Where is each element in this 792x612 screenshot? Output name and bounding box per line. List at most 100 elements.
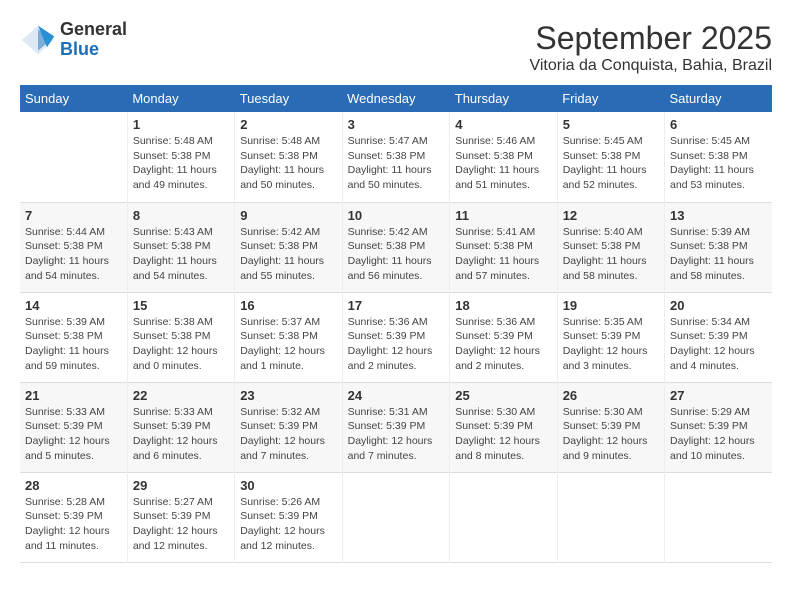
day-number: 20 (670, 298, 767, 313)
day-info: Sunrise: 5:37 AM Sunset: 5:38 PM Dayligh… (240, 315, 336, 374)
day-number: 1 (133, 117, 229, 132)
calendar-cell: 12 Sunrise: 5:40 AM Sunset: 5:38 PM Dayli… (557, 202, 664, 292)
day-info: Sunrise: 5:48 AM Sunset: 5:38 PM Dayligh… (240, 134, 336, 193)
day-number: 25 (455, 388, 551, 403)
day-info: Sunrise: 5:39 AM Sunset: 5:38 PM Dayligh… (670, 225, 767, 284)
calendar-cell: 16 Sunrise: 5:37 AM Sunset: 5:38 PM Dayli… (235, 292, 342, 382)
calendar-cell: 9 Sunrise: 5:42 AM Sunset: 5:38 PM Daylig… (235, 202, 342, 292)
day-number: 7 (25, 208, 122, 223)
calendar-week-row: 28 Sunrise: 5:28 AM Sunset: 5:39 PM Dayli… (20, 472, 772, 562)
calendar-cell: 19Sunrise: 5:35 AM Sunset: 5:39 PM Dayli… (557, 292, 664, 382)
day-info: Sunrise: 5:36 AM Sunset: 5:39 PM Dayligh… (455, 315, 551, 374)
calendar-header-row: SundayMondayTuesdayWednesdayThursdayFrid… (20, 85, 772, 112)
day-info: Sunrise: 5:33 AM Sunset: 5:39 PM Dayligh… (25, 405, 122, 464)
calendar-cell (20, 112, 127, 202)
day-info: Sunrise: 5:32 AM Sunset: 5:39 PM Dayligh… (240, 405, 336, 464)
calendar-cell: 17 Sunrise: 5:36 AM Sunset: 5:39 PM Dayli… (342, 292, 450, 382)
calendar-cell (557, 472, 664, 562)
calendar-week-row: 14 Sunrise: 5:39 AM Sunset: 5:38 PM Dayli… (20, 292, 772, 382)
day-info: Sunrise: 5:48 AM Sunset: 5:38 PM Dayligh… (133, 134, 229, 193)
calendar-cell: 20 Sunrise: 5:34 AM Sunset: 5:39 PM Dayli… (665, 292, 772, 382)
weekday-header: Friday (557, 85, 664, 112)
weekday-header: Tuesday (235, 85, 342, 112)
day-number: 12 (563, 208, 659, 223)
day-info: Sunrise: 5:43 AM Sunset: 5:38 PM Dayligh… (133, 225, 229, 284)
calendar-cell: 6 Sunrise: 5:45 AM Sunset: 5:38 PM Daylig… (665, 112, 772, 202)
day-number: 24 (348, 388, 445, 403)
logo-general: General (60, 20, 127, 40)
calendar-cell: 15 Sunrise: 5:38 AM Sunset: 5:38 PM Dayli… (127, 292, 234, 382)
day-number: 23 (240, 388, 336, 403)
day-number: 15 (133, 298, 229, 313)
day-info: Sunrise: 5:42 AM Sunset: 5:38 PM Dayligh… (348, 225, 445, 284)
calendar-cell: 29Sunrise: 5:27 AM Sunset: 5:39 PM Dayli… (127, 472, 234, 562)
day-number: 6 (670, 117, 767, 132)
day-info: Sunrise: 5:26 AM Sunset: 5:39 PM Dayligh… (240, 495, 336, 554)
calendar-week-row: 1 Sunrise: 5:48 AM Sunset: 5:38 PM Daylig… (20, 112, 772, 202)
calendar-cell: 14 Sunrise: 5:39 AM Sunset: 5:38 PM Dayli… (20, 292, 127, 382)
day-info: Sunrise: 5:47 AM Sunset: 5:38 PM Dayligh… (348, 134, 445, 193)
calendar-cell: 1 Sunrise: 5:48 AM Sunset: 5:38 PM Daylig… (127, 112, 234, 202)
day-info: Sunrise: 5:30 AM Sunset: 5:39 PM Dayligh… (563, 405, 659, 464)
day-number: 27 (670, 388, 767, 403)
day-info: Sunrise: 5:30 AM Sunset: 5:39 PM Dayligh… (455, 405, 551, 464)
weekday-header: Wednesday (342, 85, 450, 112)
weekday-header: Sunday (20, 85, 127, 112)
calendar-cell (342, 472, 450, 562)
day-number: 28 (25, 478, 122, 493)
weekday-header: Monday (127, 85, 234, 112)
calendar-cell: 24Sunrise: 5:31 AM Sunset: 5:39 PM Dayli… (342, 382, 450, 472)
calendar-cell: 2 Sunrise: 5:48 AM Sunset: 5:38 PM Daylig… (235, 112, 342, 202)
day-number: 30 (240, 478, 336, 493)
day-info: Sunrise: 5:44 AM Sunset: 5:38 PM Dayligh… (25, 225, 122, 284)
day-info: Sunrise: 5:36 AM Sunset: 5:39 PM Dayligh… (348, 315, 445, 374)
day-number: 16 (240, 298, 336, 313)
day-number: 4 (455, 117, 551, 132)
day-number: 8 (133, 208, 229, 223)
day-number: 19 (563, 298, 659, 313)
day-info: Sunrise: 5:45 AM Sunset: 5:38 PM Dayligh… (670, 134, 767, 193)
day-info: Sunrise: 5:29 AM Sunset: 5:39 PM Dayligh… (670, 405, 767, 464)
day-number: 26 (563, 388, 659, 403)
day-info: Sunrise: 5:42 AM Sunset: 5:38 PM Dayligh… (240, 225, 336, 284)
day-number: 14 (25, 298, 122, 313)
calendar-cell: 3Sunrise: 5:47 AM Sunset: 5:38 PM Daylig… (342, 112, 450, 202)
day-info: Sunrise: 5:45 AM Sunset: 5:38 PM Dayligh… (563, 134, 659, 193)
calendar-cell (450, 472, 557, 562)
day-number: 10 (348, 208, 445, 223)
logo: General Blue (20, 20, 127, 60)
day-info: Sunrise: 5:38 AM Sunset: 5:38 PM Dayligh… (133, 315, 229, 374)
day-number: 13 (670, 208, 767, 223)
weekday-header: Thursday (450, 85, 557, 112)
day-number: 5 (563, 117, 659, 132)
logo-blue: Blue (60, 40, 127, 60)
calendar-week-row: 21Sunrise: 5:33 AM Sunset: 5:39 PM Dayli… (20, 382, 772, 472)
day-info: Sunrise: 5:46 AM Sunset: 5:38 PM Dayligh… (455, 134, 551, 193)
day-number: 2 (240, 117, 336, 132)
calendar-cell: 5 Sunrise: 5:45 AM Sunset: 5:38 PM Daylig… (557, 112, 664, 202)
day-info: Sunrise: 5:33 AM Sunset: 5:39 PM Dayligh… (133, 405, 229, 464)
calendar-cell: 23 Sunrise: 5:32 AM Sunset: 5:39 PM Dayli… (235, 382, 342, 472)
calendar-cell: 21Sunrise: 5:33 AM Sunset: 5:39 PM Dayli… (20, 382, 127, 472)
calendar-table: SundayMondayTuesdayWednesdayThursdayFrid… (20, 85, 772, 563)
day-info: Sunrise: 5:41 AM Sunset: 5:38 PM Dayligh… (455, 225, 551, 284)
day-number: 22 (133, 388, 229, 403)
day-info: Sunrise: 5:34 AM Sunset: 5:39 PM Dayligh… (670, 315, 767, 374)
calendar-cell: 7 Sunrise: 5:44 AM Sunset: 5:38 PM Daylig… (20, 202, 127, 292)
day-number: 11 (455, 208, 551, 223)
day-info: Sunrise: 5:39 AM Sunset: 5:38 PM Dayligh… (25, 315, 122, 374)
weekday-header: Saturday (665, 85, 772, 112)
day-number: 9 (240, 208, 336, 223)
day-number: 18 (455, 298, 551, 313)
logo-icon (20, 22, 56, 58)
calendar-cell: 25 Sunrise: 5:30 AM Sunset: 5:39 PM Dayli… (450, 382, 557, 472)
day-info: Sunrise: 5:40 AM Sunset: 5:38 PM Dayligh… (563, 225, 659, 284)
calendar-cell: 22 Sunrise: 5:33 AM Sunset: 5:39 PM Dayli… (127, 382, 234, 472)
calendar-cell: 28 Sunrise: 5:28 AM Sunset: 5:39 PM Dayli… (20, 472, 127, 562)
day-info: Sunrise: 5:27 AM Sunset: 5:39 PM Dayligh… (133, 495, 229, 554)
calendar-cell: 13 Sunrise: 5:39 AM Sunset: 5:38 PM Dayli… (665, 202, 772, 292)
calendar-week-row: 7 Sunrise: 5:44 AM Sunset: 5:38 PM Daylig… (20, 202, 772, 292)
calendar-cell: 8 Sunrise: 5:43 AM Sunset: 5:38 PM Daylig… (127, 202, 234, 292)
day-info: Sunrise: 5:28 AM Sunset: 5:39 PM Dayligh… (25, 495, 122, 554)
day-number: 17 (348, 298, 445, 313)
